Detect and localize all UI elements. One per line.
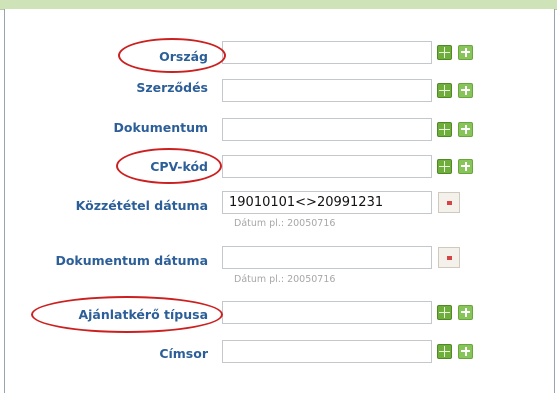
heading-add-button[interactable] bbox=[458, 344, 473, 359]
heading-label: Címsor bbox=[159, 346, 208, 361]
heading-input[interactable] bbox=[222, 340, 432, 363]
document-date-hint: Dátum pl.: 20050716 bbox=[234, 274, 336, 285]
publication-date-hint: Dátum pl.: 20050716 bbox=[234, 218, 336, 229]
contract-add-button[interactable] bbox=[458, 83, 473, 98]
document-browse-button[interactable] bbox=[437, 122, 452, 137]
cpv-code-add-button[interactable] bbox=[458, 159, 473, 174]
document-label: Dokumentum bbox=[113, 120, 208, 135]
country-input[interactable] bbox=[222, 41, 432, 64]
heading-browse-button[interactable] bbox=[437, 344, 452, 359]
publication-date-label: Közzététel dátuma bbox=[75, 198, 208, 213]
search-form-panel: Ország Szerződés Dokumentum CPV-kód Közz… bbox=[4, 9, 555, 393]
country-browse-button[interactable] bbox=[437, 45, 452, 60]
contracting-authority-type-add-button[interactable] bbox=[458, 305, 473, 320]
country-add-button[interactable] bbox=[458, 45, 473, 60]
document-date-label: Dokumentum dátuma bbox=[55, 253, 208, 268]
document-add-button[interactable] bbox=[458, 122, 473, 137]
cpv-code-input[interactable] bbox=[222, 155, 432, 178]
publication-date-input[interactable] bbox=[222, 191, 432, 214]
document-date-calendar-button[interactable] bbox=[438, 247, 460, 268]
contract-label: Szerződés bbox=[136, 80, 208, 95]
publication-date-calendar-button[interactable] bbox=[438, 192, 460, 213]
contracting-authority-type-input[interactable] bbox=[222, 301, 432, 324]
cpv-code-browse-button[interactable] bbox=[437, 159, 452, 174]
contract-input[interactable] bbox=[222, 79, 432, 102]
document-date-input[interactable] bbox=[222, 246, 432, 269]
calendar-icon bbox=[447, 201, 452, 205]
document-input[interactable] bbox=[222, 118, 432, 141]
calendar-icon bbox=[447, 256, 452, 260]
contract-browse-button[interactable] bbox=[437, 83, 452, 98]
cpv-code-highlight-ellipse bbox=[116, 148, 222, 184]
contracting-authority-type-browse-button[interactable] bbox=[437, 305, 452, 320]
country-highlight-ellipse bbox=[118, 38, 226, 73]
contracting-authority-type-highlight-ellipse bbox=[31, 296, 223, 333]
